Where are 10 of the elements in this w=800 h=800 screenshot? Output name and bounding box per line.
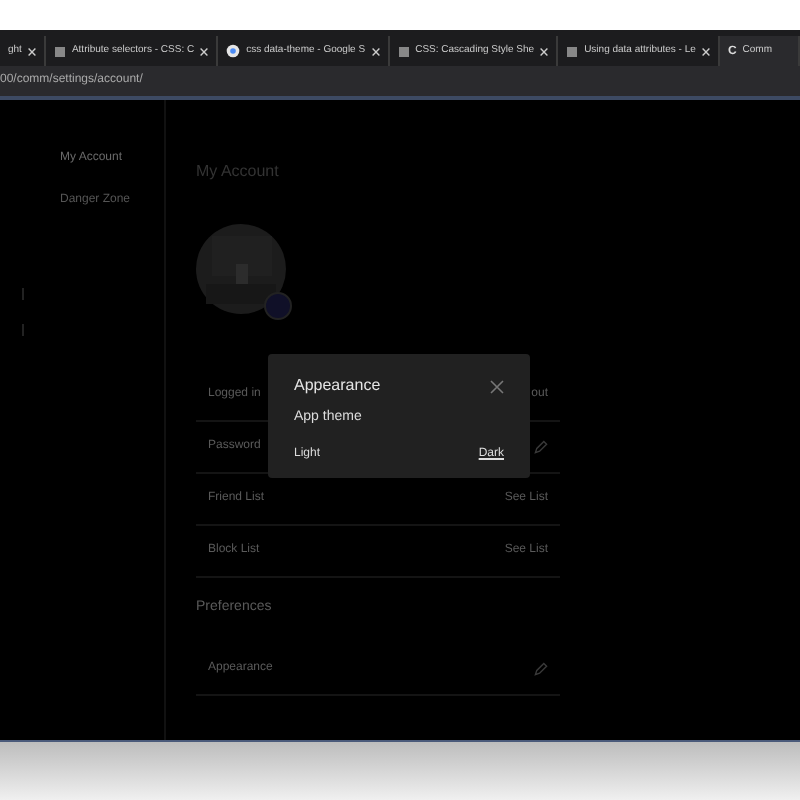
document-icon xyxy=(53,45,66,57)
dialog-title: Appearance xyxy=(294,374,381,398)
close-icon[interactable] xyxy=(371,47,380,55)
close-icon[interactable] xyxy=(701,47,710,55)
document-icon xyxy=(566,45,579,57)
close-icon[interactable] xyxy=(540,47,549,55)
close-icon[interactable] xyxy=(200,47,209,55)
globe-icon xyxy=(226,44,241,58)
close-icon[interactable] xyxy=(27,47,36,55)
document-icon xyxy=(397,45,410,57)
